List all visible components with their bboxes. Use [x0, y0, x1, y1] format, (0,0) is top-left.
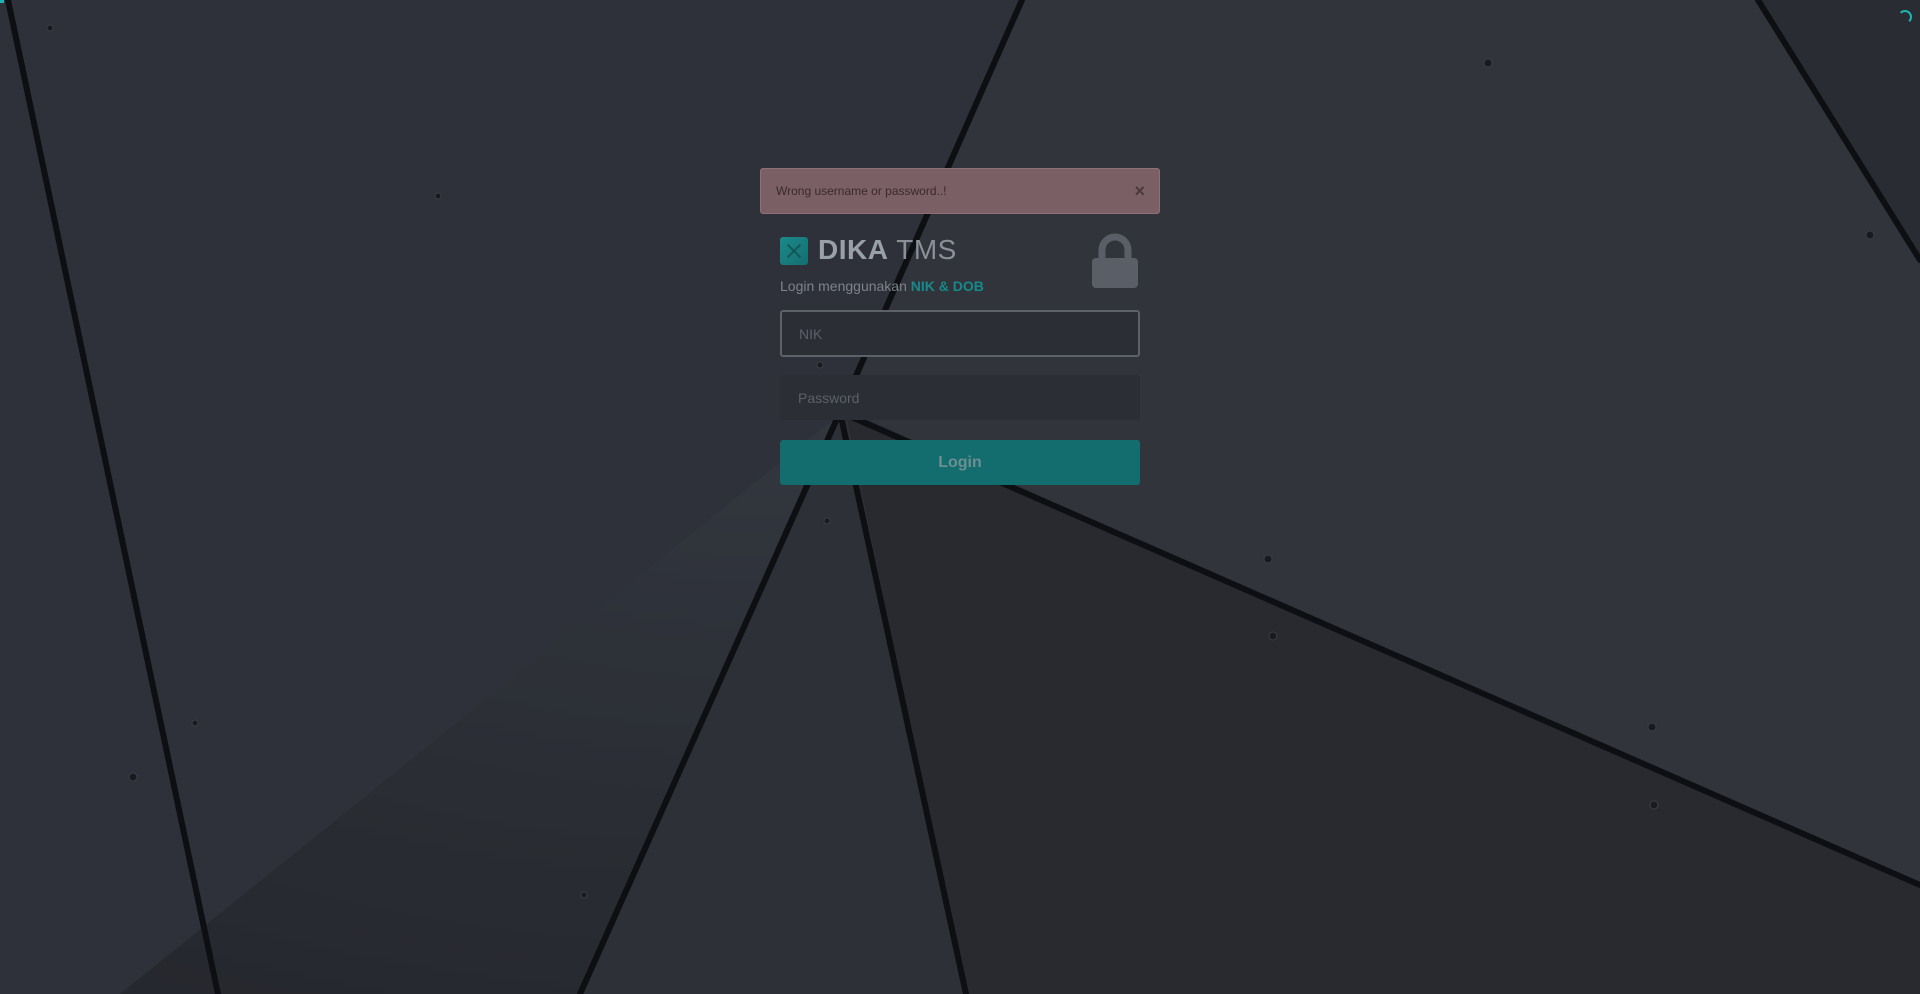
error-alert: Wrong username or password..! ×	[760, 168, 1160, 214]
password-input[interactable]	[780, 375, 1140, 420]
app-title-light: TMS	[888, 234, 957, 265]
nik-input[interactable]	[780, 310, 1140, 357]
subtitle-prefix: Login menggunakan	[780, 278, 911, 294]
brand-header: DIKA TMS	[780, 230, 1140, 288]
logo-icon	[780, 237, 808, 265]
loading-spinner-icon	[1898, 10, 1912, 24]
close-icon[interactable]: ×	[1134, 169, 1145, 213]
app-title: DIKA TMS	[818, 234, 957, 266]
login-box: DIKA TMS Login menggunakan NIK & DOB Log…	[780, 230, 1140, 485]
login-button[interactable]: Login	[780, 440, 1140, 485]
lock-icon	[1092, 233, 1138, 288]
progress-indicator	[0, 0, 4, 3]
subtitle-accent: NIK & DOB	[910, 278, 984, 294]
modal-overlay	[0, 0, 1920, 994]
login-subtitle: Login menggunakan NIK & DOB	[780, 278, 1140, 294]
alert-message: Wrong username or password..!	[776, 184, 947, 198]
app-title-bold: DIKA	[818, 234, 889, 265]
